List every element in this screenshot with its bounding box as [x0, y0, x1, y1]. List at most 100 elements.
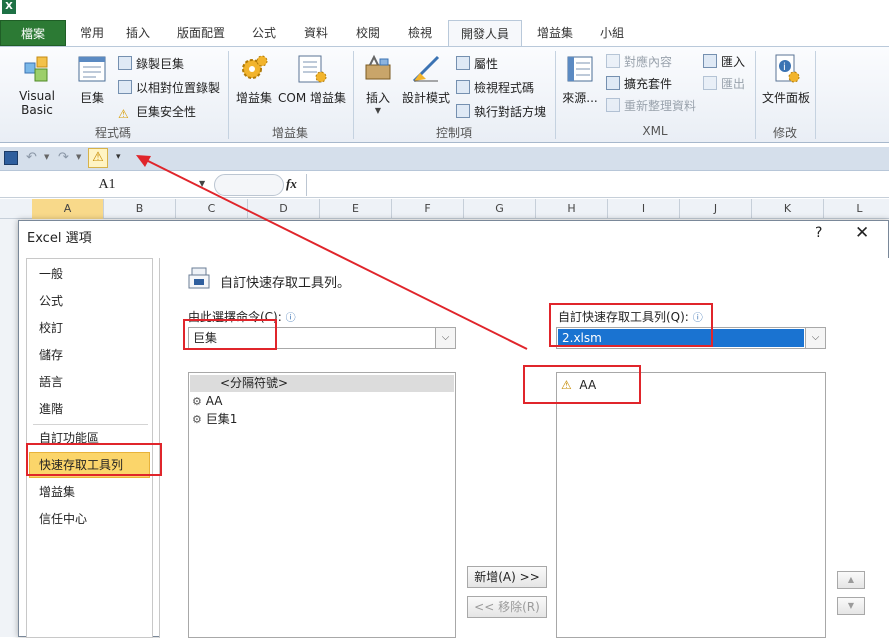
- export-icon: [703, 76, 717, 90]
- run-dialog-button[interactable]: 執行對話方塊: [456, 103, 546, 120]
- xml-source-icon: [564, 53, 596, 85]
- name-box[interactable]: A1: [0, 174, 214, 196]
- column-header[interactable]: D: [248, 199, 320, 219]
- chevron-down-icon: ▼: [374, 106, 382, 115]
- annotation-box-nav: [26, 443, 162, 476]
- record-macro-button[interactable]: 錄製巨集: [118, 55, 184, 72]
- refresh-icon: [606, 98, 620, 112]
- com-addins-icon: [296, 53, 328, 85]
- column-headers: A B C D E F G H I J K L: [0, 199, 889, 219]
- tab-developer[interactable]: 開發人員: [448, 20, 522, 46]
- remove-button[interactable]: << 移除(R): [467, 596, 547, 618]
- properties-button[interactable]: 屬性: [456, 55, 498, 72]
- tab-home[interactable]: 常用: [66, 20, 118, 46]
- undo-icon[interactable]: ↶: [26, 150, 37, 165]
- macros-button[interactable]: 巨集: [74, 53, 110, 106]
- column-header[interactable]: I: [608, 199, 680, 219]
- column-header[interactable]: H: [536, 199, 608, 219]
- properties-icon: [456, 56, 470, 70]
- chevron-down-icon[interactable]: ▼: [76, 153, 81, 161]
- tab-file[interactable]: 檔案: [0, 20, 66, 46]
- expansion-packs-button[interactable]: 擴充套件: [606, 75, 672, 92]
- tab-addins[interactable]: 增益集: [526, 20, 584, 46]
- excel-logo-icon: X: [2, 0, 16, 14]
- available-commands-list[interactable]: <分隔符號> ⚙ AA ⚙ 巨集1: [188, 372, 456, 638]
- move-up-button[interactable]: ▲: [837, 571, 865, 589]
- group-separator: [815, 51, 816, 139]
- view-code-button[interactable]: 檢視程式碼: [456, 79, 534, 96]
- svg-text:i: i: [783, 62, 786, 73]
- tab-team[interactable]: 小組: [588, 20, 636, 46]
- list-item-separator[interactable]: <分隔符號>: [190, 375, 454, 392]
- tab-view[interactable]: 檢視: [396, 20, 444, 46]
- tab-formulas[interactable]: 公式: [240, 20, 288, 46]
- list-item[interactable]: ⚙ AA: [192, 393, 222, 410]
- macro-icon: ⚙: [192, 413, 202, 426]
- column-header[interactable]: K: [752, 199, 824, 219]
- insert-control-button[interactable]: 插入 ▼: [358, 53, 398, 115]
- column-header[interactable]: C: [176, 199, 248, 219]
- relative-references-button[interactable]: 以相對位置錄製: [118, 79, 220, 96]
- macro-security-button[interactable]: ⚠ 巨集安全性: [118, 103, 196, 121]
- add-button[interactable]: 新增(A) >>: [467, 566, 547, 588]
- com-addins-button[interactable]: COM 增益集: [276, 53, 348, 106]
- tab-insert[interactable]: 插入: [118, 20, 158, 46]
- column-header[interactable]: L: [824, 199, 889, 219]
- move-down-button[interactable]: ▼: [837, 597, 865, 615]
- map-properties-button[interactable]: 對應內容: [606, 53, 672, 70]
- formula-input[interactable]: [306, 174, 889, 196]
- refresh-data-button[interactable]: 重新整理資料: [606, 97, 696, 114]
- chevron-down-icon[interactable]: ▼: [199, 179, 205, 188]
- visual-basic-icon: [21, 53, 53, 85]
- import-icon: [703, 54, 717, 68]
- help-icon[interactable]: ?: [815, 225, 822, 241]
- toolbar-commands-list[interactable]: ⚠ AA: [556, 372, 826, 638]
- group-label-xml: XML: [642, 124, 668, 138]
- nav-item-trust-center[interactable]: 信任中心: [39, 508, 87, 530]
- warning-icon[interactable]: ⚠: [88, 148, 108, 168]
- annotation-box-aa: [523, 365, 641, 404]
- visual-basic-button[interactable]: Visual Basic: [4, 53, 70, 117]
- save-icon[interactable]: [4, 151, 18, 165]
- map-properties-icon: [606, 54, 620, 68]
- nav-divider: [33, 424, 148, 425]
- column-header[interactable]: B: [104, 199, 176, 219]
- design-mode-button[interactable]: 設計模式: [400, 53, 452, 106]
- formula-controls: [214, 174, 284, 196]
- group-label-modify: 修改: [772, 126, 797, 140]
- tab-page-layout[interactable]: 版面配置: [165, 20, 237, 46]
- info-icon: ⓘ: [285, 313, 296, 324]
- document-panel-icon: i: [770, 53, 802, 85]
- customize-qat-icon[interactable]: ▾: [116, 152, 121, 162]
- view-code-icon: [456, 80, 470, 94]
- macro-icon: ⚙: [192, 395, 202, 408]
- ribbon: Visual Basic 巨集 錄製巨集 以相對位置錄製 ⚠ 巨集安全性 程式碼 …: [0, 46, 889, 143]
- nav-item-proofing[interactable]: 校訂: [39, 317, 63, 339]
- column-header[interactable]: F: [392, 199, 464, 219]
- addins-button[interactable]: 增益集: [234, 53, 274, 106]
- tab-data[interactable]: 資料: [292, 20, 340, 46]
- column-header[interactable]: J: [680, 199, 752, 219]
- nav-item-advanced[interactable]: 進階: [39, 398, 63, 420]
- fx-icon[interactable]: fx: [286, 176, 297, 192]
- nav-item-addins[interactable]: 增益集: [39, 481, 75, 503]
- xml-source-button[interactable]: 來源...: [560, 53, 600, 106]
- xml-import-button[interactable]: 匯入: [703, 53, 745, 70]
- column-header[interactable]: E: [320, 199, 392, 219]
- annotation-box-choose: [183, 319, 277, 350]
- relative-references-icon: [118, 80, 132, 94]
- nav-item-language[interactable]: 語言: [39, 371, 63, 393]
- ribbon-tab-bar: X 檔案 常用 插入 版面配置 公式 資料 校閱 檢視 開發人員 增益集 小組: [0, 0, 889, 46]
- tab-review[interactable]: 校閱: [344, 20, 392, 46]
- nav-item-general[interactable]: 一般: [39, 263, 63, 285]
- close-icon[interactable]: ✕: [855, 223, 869, 243]
- xml-export-button[interactable]: 匯出: [703, 75, 745, 92]
- redo-icon[interactable]: ↷: [58, 150, 69, 165]
- list-item[interactable]: ⚙ 巨集1: [192, 411, 237, 428]
- chevron-down-icon[interactable]: ▼: [44, 153, 49, 161]
- column-header[interactable]: A: [32, 199, 104, 219]
- nav-item-save[interactable]: 儲存: [39, 344, 63, 366]
- nav-item-formulas[interactable]: 公式: [39, 290, 63, 312]
- column-header[interactable]: G: [464, 199, 536, 219]
- document-panel-button[interactable]: i 文件面板: [758, 53, 814, 106]
